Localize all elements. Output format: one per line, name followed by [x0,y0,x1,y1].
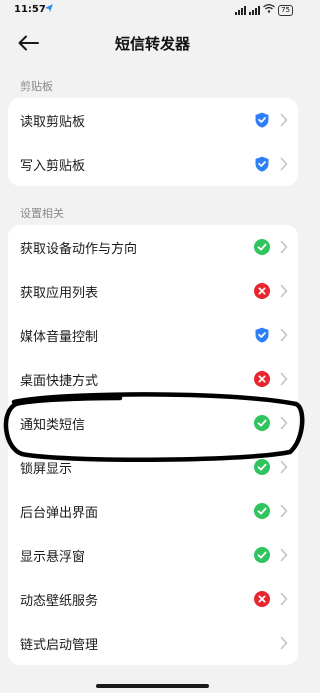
shield-icon [255,327,269,343]
permission-label: 通知类短信 [20,418,86,433]
section-header: 剪贴板 [20,80,53,93]
permission-row[interactable]: 写入剪贴板 [8,142,298,186]
page-title: 短信转发器 [114,35,190,53]
permission-row[interactable]: 桌面快捷方式 [8,357,298,401]
permission-row[interactable]: 动态壁纸服务 [8,577,298,621]
permission-label: 写入剪贴板 [20,159,86,174]
status-bar: 11:57 75 [0,0,305,22]
permission-label: 媒体音量控制 [20,330,99,345]
permission-label: 后台弹出界面 [20,506,99,521]
chevron-right-icon [280,416,288,430]
check-circle-icon [254,415,270,431]
section-card: 读取剪贴板写入剪贴板 [8,98,298,186]
shield-icon [255,156,269,172]
signal-icon [235,5,247,15]
check-circle-icon [254,459,270,475]
chevron-right-icon [280,548,288,562]
permission-row[interactable]: 锁屏显示 [8,445,298,489]
chevron-right-icon [280,592,288,606]
permission-label: 锁屏显示 [20,462,73,477]
chevron-right-icon [280,460,288,474]
chevron-right-icon [280,328,288,342]
wifi-icon [263,4,275,16]
app-header: 短信转发器 [0,26,305,60]
chevron-right-icon [280,504,288,518]
permission-label: 读取剪贴板 [20,115,86,130]
chevron-right-icon [280,157,288,171]
x-circle-icon [254,591,270,607]
x-circle-icon [254,283,270,299]
permission-row[interactable]: 链式启动管理 [8,621,298,665]
permission-label: 获取应用列表 [20,286,99,301]
send-icon [44,3,54,16]
battery-level: 75 [281,5,290,14]
check-circle-icon [254,503,270,519]
shield-icon [255,112,269,128]
permission-label: 显示悬浮窗 [20,550,86,565]
permission-row[interactable]: 媒体音量控制 [8,313,298,357]
check-circle-icon [254,547,270,563]
permission-row[interactable]: 读取剪贴板 [8,98,298,142]
permission-row[interactable]: 后台弹出界面 [8,489,298,533]
permission-label: 链式启动管理 [20,638,99,653]
permission-row[interactable]: 获取设备动作与方向 [8,225,298,269]
permission-label: 桌面快捷方式 [20,374,99,389]
permission-row[interactable]: 通知类短信 [8,401,298,445]
permission-row[interactable]: 获取应用列表 [8,269,298,313]
check-circle-icon [254,239,270,255]
chevron-right-icon [280,636,288,650]
permission-row[interactable]: 显示悬浮窗 [8,533,298,577]
chevron-right-icon [280,284,288,298]
signal-icon [249,5,261,15]
chevron-right-icon [280,113,288,127]
section-card: 获取设备动作与方向 获取应用列表 媒体音量控制 桌面快捷方式 通知类短信锁屏显示后台弹出… [8,225,298,665]
battery-icon: 75 [278,4,293,16]
status-time: 11:57 [14,4,46,15]
x-circle-icon [254,371,270,387]
home-indicator [96,684,209,688]
chevron-right-icon [280,240,288,254]
permission-label: 动态壁纸服务 [20,594,99,609]
chevron-right-icon [280,372,288,386]
status-indicators: 75 [235,4,293,16]
section-header: 设置相关 [20,207,64,220]
permission-label: 获取设备动作与方向 [20,242,138,257]
